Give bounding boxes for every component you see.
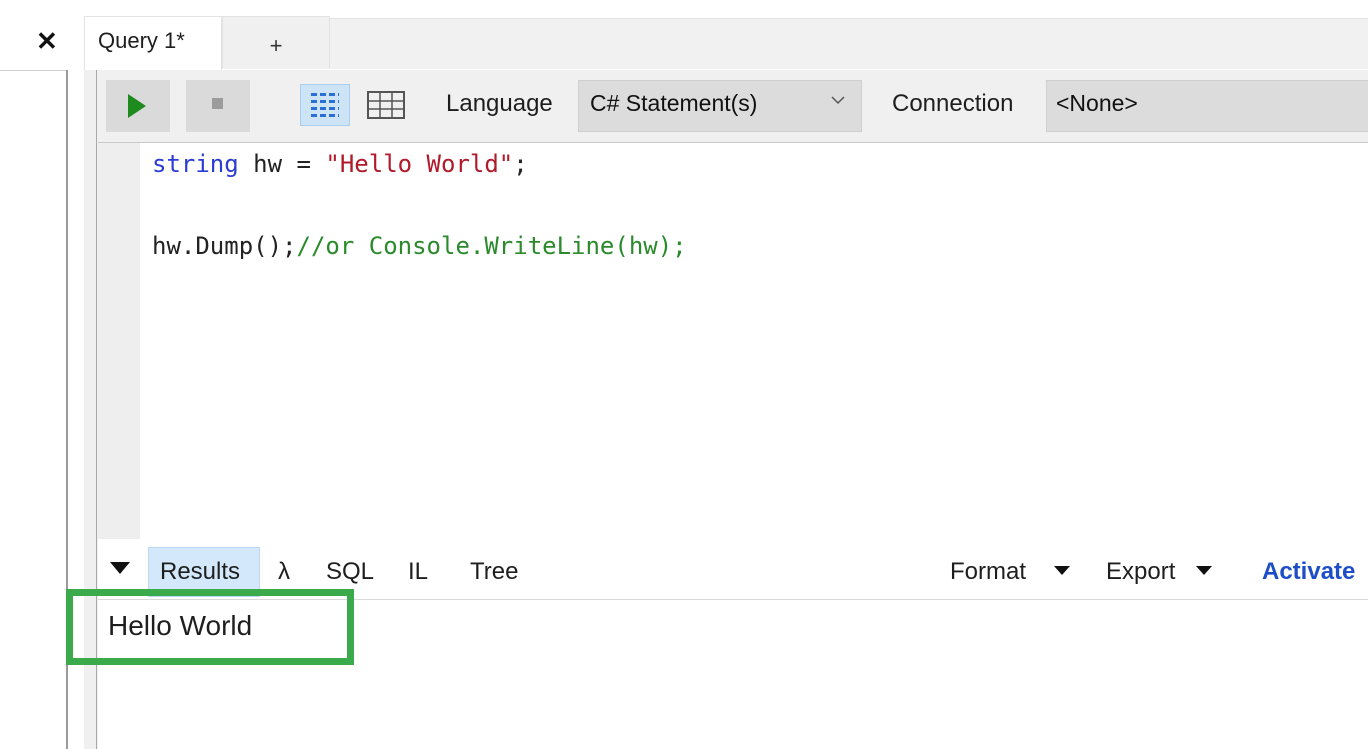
- editor-gutter: [98, 143, 140, 539]
- tab-il[interactable]: IL: [408, 558, 428, 586]
- tab-label: Query 1*: [98, 28, 185, 53]
- grid-view-icon: [367, 91, 405, 119]
- play-icon: [128, 94, 146, 118]
- code-comment: //or Console.WriteLine(hw);: [296, 232, 687, 260]
- code-line: string hw = "Hello World";: [152, 150, 528, 178]
- chevron-down-icon: [830, 92, 846, 113]
- close-icon[interactable]: ✕: [36, 26, 58, 56]
- rows-view-icon-line: [311, 114, 339, 117]
- code-keyword: string: [152, 150, 239, 178]
- format-menu[interactable]: Format: [950, 558, 1026, 586]
- tab-results-label: Results: [160, 558, 241, 585]
- rows-view-icon: [311, 93, 339, 96]
- code-text: ;: [513, 150, 528, 178]
- tab-tree[interactable]: Tree: [470, 558, 518, 586]
- activate-link[interactable]: Activate: [1262, 558, 1355, 586]
- code-line: hw.Dump();//or Console.WriteLine(hw);: [152, 232, 687, 260]
- rows-view-icon-line: [311, 100, 339, 103]
- rows-view-icon-line: [311, 107, 339, 110]
- divider: [0, 70, 68, 71]
- dropdown-caret-icon: [1196, 566, 1212, 575]
- language-value: C# Statement(s): [590, 90, 758, 116]
- tab-sql[interactable]: SQL: [326, 558, 374, 586]
- code-string: "Hello World": [325, 150, 514, 178]
- stop-icon: [212, 98, 223, 109]
- collapse-triangle-icon[interactable]: [110, 562, 130, 574]
- tab-lambda[interactable]: λ: [278, 558, 290, 586]
- dropdown-caret-icon: [1054, 566, 1070, 575]
- code-text: hw.Dump();: [152, 232, 297, 260]
- code-editor[interactable]: [98, 142, 1368, 542]
- highlight-annotation: [66, 589, 354, 665]
- add-tab-button[interactable]: +: [222, 16, 330, 68]
- export-menu[interactable]: Export: [1106, 558, 1175, 586]
- connection-value: <None>: [1056, 90, 1138, 116]
- grid-view-button[interactable]: [364, 84, 410, 126]
- connection-label: Connection: [892, 90, 1014, 117]
- language-label: Language: [446, 90, 553, 117]
- rows-view-button[interactable]: [300, 84, 350, 126]
- code-text: hw =: [238, 150, 326, 178]
